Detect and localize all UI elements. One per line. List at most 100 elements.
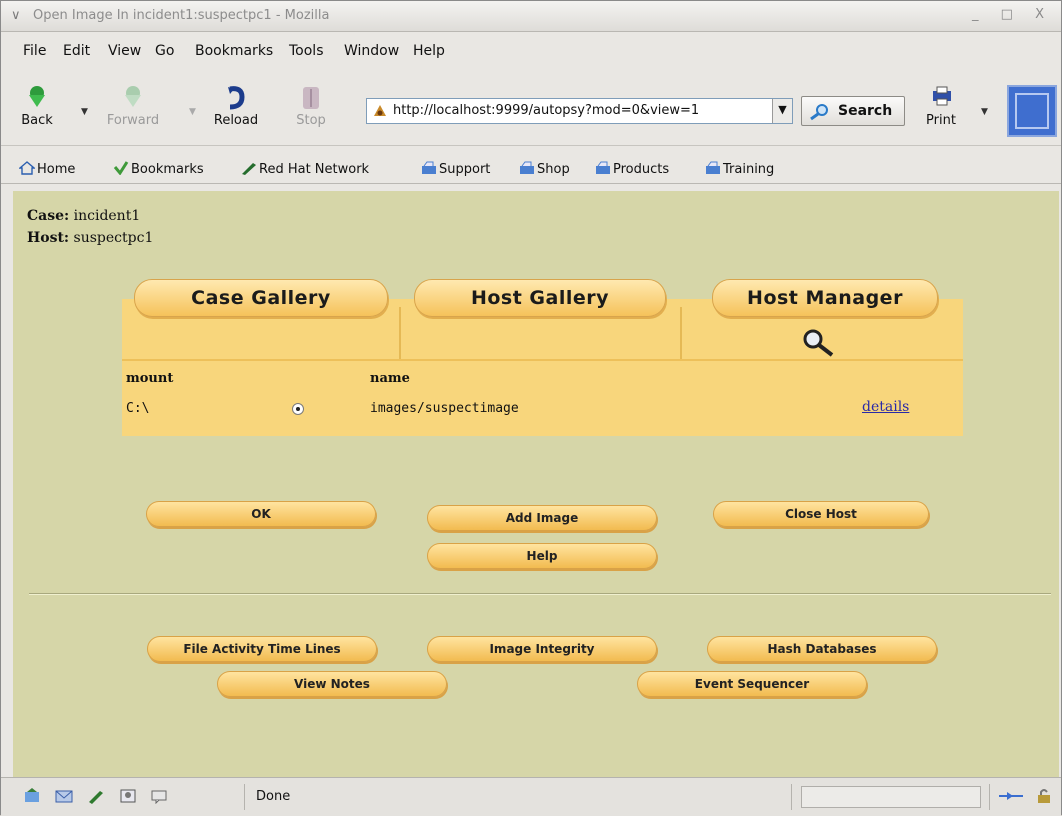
case-value: incident1: [73, 208, 141, 224]
folder-icon: [520, 161, 534, 174]
status-separator: [244, 784, 245, 810]
bookmark-bookmarks[interactable]: Bookmarks: [113, 161, 204, 177]
tab-host-manager[interactable]: Host Manager: [712, 279, 938, 317]
browser-throbber-logo: [1007, 85, 1057, 137]
image-radio-button[interactable]: [292, 403, 304, 415]
window-title: Open Image In incident1:suspectpc1 - Moz…: [33, 8, 330, 23]
image-name-value: images/suspectimage: [370, 401, 519, 416]
bookmark-products[interactable]: Products: [595, 161, 669, 177]
url-dropdown-icon[interactable]: ▼: [772, 99, 792, 123]
print-icon: [933, 86, 951, 106]
bookmark-home[interactable]: Home: [19, 161, 75, 177]
mount-value: C:\: [126, 401, 150, 416]
stop-label: Stop: [296, 113, 326, 128]
host-label: Host:: [27, 230, 70, 246]
bookmark-support-label: Support: [439, 162, 491, 177]
forward-label: Forward: [106, 113, 160, 128]
folder-icon: [706, 161, 720, 174]
bookmarks-icon: [113, 161, 129, 175]
forward-button[interactable]: Forward: [103, 85, 163, 128]
chat-icon[interactable]: [151, 788, 169, 804]
menu-view[interactable]: View: [108, 43, 141, 59]
back-arrow-icon: [29, 86, 45, 107]
forward-dropdown-icon[interactable]: ▼: [189, 107, 196, 117]
host-value: suspectpc1: [73, 230, 154, 246]
mail-icon[interactable]: [55, 788, 73, 804]
print-button[interactable]: Print: [919, 85, 963, 128]
menu-tools[interactable]: Tools: [289, 43, 324, 59]
address-book-icon[interactable]: [119, 788, 137, 804]
tab-host-gallery[interactable]: Host Gallery: [414, 279, 666, 317]
composer-icon[interactable]: [87, 788, 105, 804]
menu-bookmarks[interactable]: Bookmarks: [195, 43, 273, 59]
reload-icon: [228, 86, 245, 110]
print-dropdown-icon[interactable]: ▼: [981, 107, 988, 117]
bookmark-bookmarks-label: Bookmarks: [131, 162, 204, 177]
folder-icon: [596, 161, 610, 174]
column-header-mount: mount: [126, 371, 174, 386]
back-dropdown-icon[interactable]: ▼: [81, 107, 88, 117]
online-status-icon[interactable]: [997, 788, 1025, 804]
divider: [29, 593, 1051, 595]
host-panel: Case Gallery Host Gallery Host Manager m…: [122, 279, 963, 436]
menu-window[interactable]: Window: [344, 43, 399, 59]
case-info: Case: incident1 Host: suspectpc1: [27, 205, 153, 249]
bookmark-home-label: Home: [37, 162, 76, 177]
event-sequencer-button[interactable]: Event Sequencer: [637, 671, 867, 697]
browser-window: ∨ Open Image In incident1:suspectpc1 - M…: [0, 0, 1062, 816]
progress-meter: [801, 786, 981, 808]
back-label: Back: [21, 113, 53, 128]
help-button[interactable]: Help: [427, 543, 657, 569]
status-separator: [989, 784, 990, 810]
menu-file[interactable]: File: [23, 43, 46, 59]
folder-icon: [422, 161, 436, 174]
menu-edit[interactable]: Edit: [63, 43, 90, 59]
url-text[interactable]: http://localhost:9999/autopsy?mod=0&view…: [393, 103, 753, 118]
stop-icon: [303, 87, 319, 109]
add-image-button[interactable]: Add Image: [427, 505, 657, 531]
ok-button[interactable]: OK: [146, 501, 376, 527]
security-lock-icon[interactable]: [1035, 788, 1053, 804]
window-controls[interactable]: _ □ X: [972, 7, 1053, 22]
search-icon: [810, 104, 828, 121]
status-bar: Done: [1, 777, 1061, 816]
view-notes-button[interactable]: View Notes: [217, 671, 447, 697]
magnifier-icon: [803, 329, 834, 357]
image-integrity-button[interactable]: Image Integrity: [427, 636, 657, 662]
pencil-icon: [242, 163, 256, 175]
url-bar[interactable]: http://localhost:9999/autopsy?mod=0&view…: [366, 98, 793, 124]
menu-go[interactable]: Go: [155, 43, 174, 59]
column-header-name: name: [370, 371, 410, 386]
case-label: Case:: [27, 208, 70, 224]
status-text: Done: [256, 789, 291, 804]
bookmark-red-hat-network[interactable]: Red Hat Network: [241, 161, 369, 177]
bookmark-support[interactable]: Support: [421, 161, 490, 177]
tab-divider: [399, 307, 401, 359]
home-icon: [19, 161, 35, 175]
print-label: Print: [926, 113, 956, 128]
navigator-icon[interactable]: [23, 788, 41, 804]
reload-button[interactable]: Reload: [206, 85, 266, 128]
bookmark-training[interactable]: Training: [705, 161, 774, 177]
bookmark-shop[interactable]: Shop: [519, 161, 570, 177]
page-content: Case: incident1 Host: suspectpc1 Case Ga…: [13, 191, 1059, 777]
status-separator: [791, 784, 792, 810]
hash-databases-button[interactable]: Hash Databases: [707, 636, 937, 662]
menu-bar: File Edit View Go Bookmarks Tools Window…: [1, 43, 1061, 69]
back-button[interactable]: Back: [17, 85, 57, 128]
stop-button[interactable]: Stop: [291, 85, 331, 128]
bookmark-products-label: Products: [613, 162, 670, 177]
window-menu-icon[interactable]: ∨: [11, 8, 21, 23]
navigation-toolbar: Back ▼ Forward ▼ Reload Stop http://loca…: [1, 79, 1061, 146]
tab-case-gallery[interactable]: Case Gallery: [134, 279, 388, 317]
menu-help[interactable]: Help: [413, 43, 445, 59]
close-host-button[interactable]: Close Host: [713, 501, 929, 527]
search-label: Search: [838, 103, 893, 119]
file-activity-time-lines-button[interactable]: File Activity Time Lines: [147, 636, 377, 662]
details-link[interactable]: details: [862, 399, 909, 415]
title-bar: ∨ Open Image In incident1:suspectpc1 - M…: [1, 1, 1061, 32]
reload-label: Reload: [213, 113, 259, 128]
site-icon: [374, 105, 386, 116]
bookmark-red-hat-label: Red Hat Network: [259, 162, 370, 177]
search-button[interactable]: Search: [801, 96, 905, 126]
